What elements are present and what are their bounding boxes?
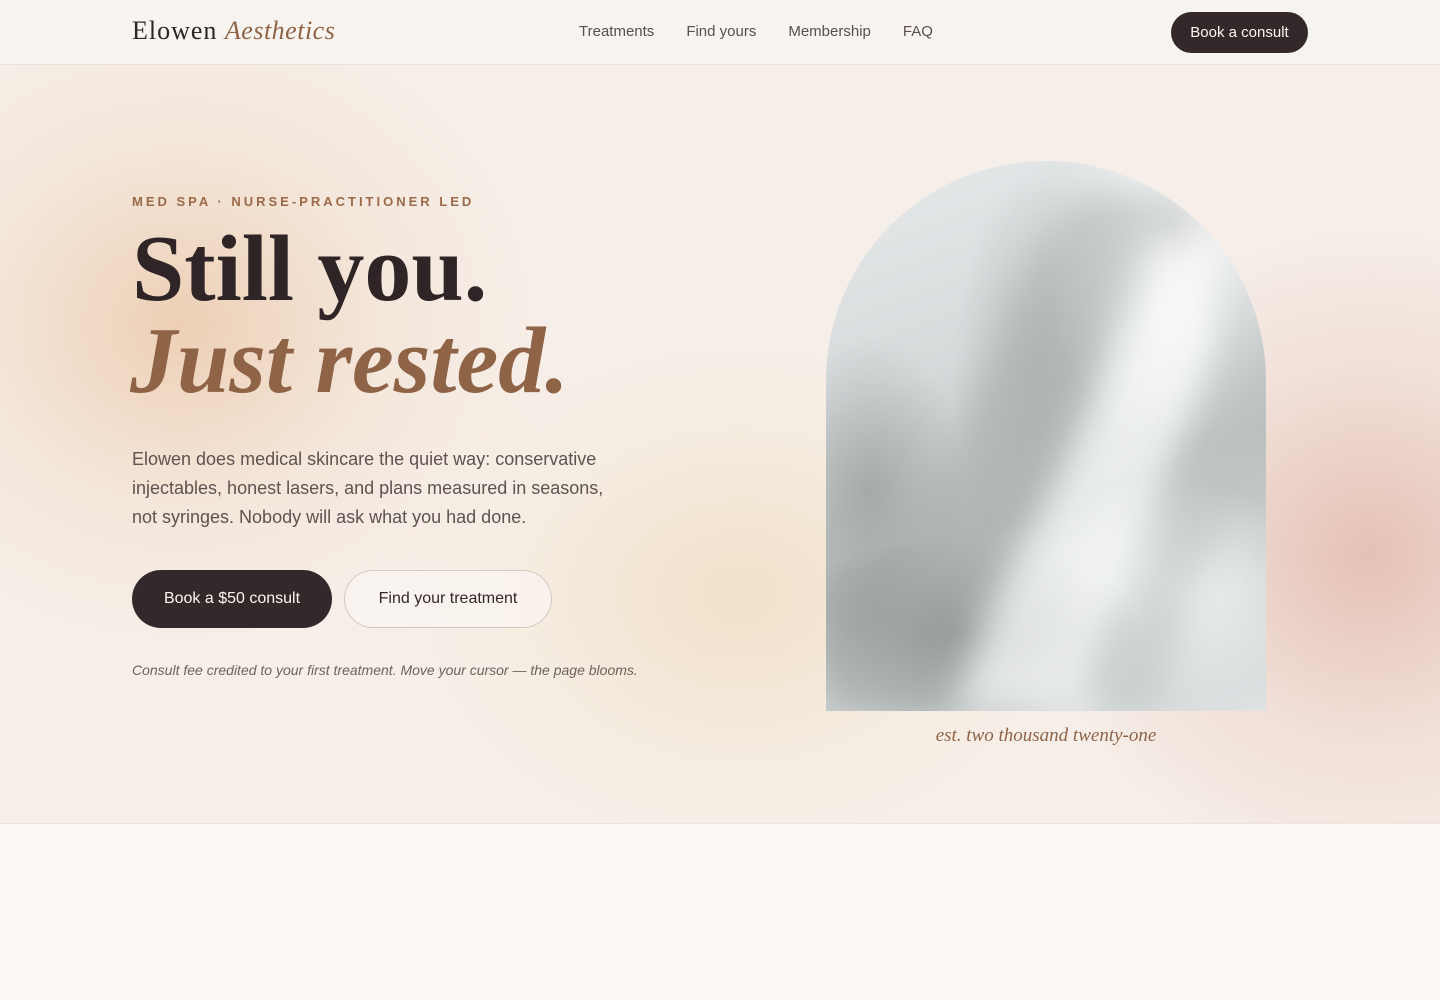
hero-eyebrow: MED SPA · NURSE-PRACTITIONER LED — [132, 194, 475, 209]
established-caption: est. two thousand twenty-one — [935, 725, 1157, 746]
consult-fee-note: Consult fee credited to your first treat… — [132, 662, 638, 678]
logo-primary: Elowen — [132, 16, 218, 45]
hero-section: MED SPA · NURSE-PRACTITIONER LED Still y… — [0, 65, 1440, 824]
nav-treatments[interactable]: Treatments — [579, 23, 654, 40]
main-nav: Treatments Find yours Membership FAQ — [579, 23, 933, 40]
hero-headline: Still you. Just rested. — [130, 222, 569, 413]
find-treatment-button[interactable]: Find your treatment — [344, 570, 552, 628]
nav-membership[interactable]: Membership — [788, 23, 871, 40]
site-header: Elowen Aesthetics Treatments Find yours … — [0, 0, 1440, 65]
nav-find-yours[interactable]: Find yours — [686, 23, 756, 40]
nav-faq[interactable]: FAQ — [903, 23, 933, 40]
silk-folds-graphic — [826, 191, 1266, 711]
headline-line-1: Still you. — [132, 217, 488, 321]
silk-arch-image — [826, 161, 1266, 711]
book-50-consult-button[interactable]: Book a $50 consult — [132, 570, 332, 628]
book-consult-button[interactable]: Book a consult — [1171, 12, 1308, 53]
logo-accent: Aesthetics — [224, 16, 336, 45]
headline-line-2: Just rested. — [130, 309, 569, 413]
logo[interactable]: Elowen Aesthetics — [132, 16, 335, 46]
hero-description: Elowen does medical skincare the quiet w… — [132, 449, 604, 527]
page: Elowen Aesthetics Treatments Find yours … — [0, 0, 1440, 1000]
